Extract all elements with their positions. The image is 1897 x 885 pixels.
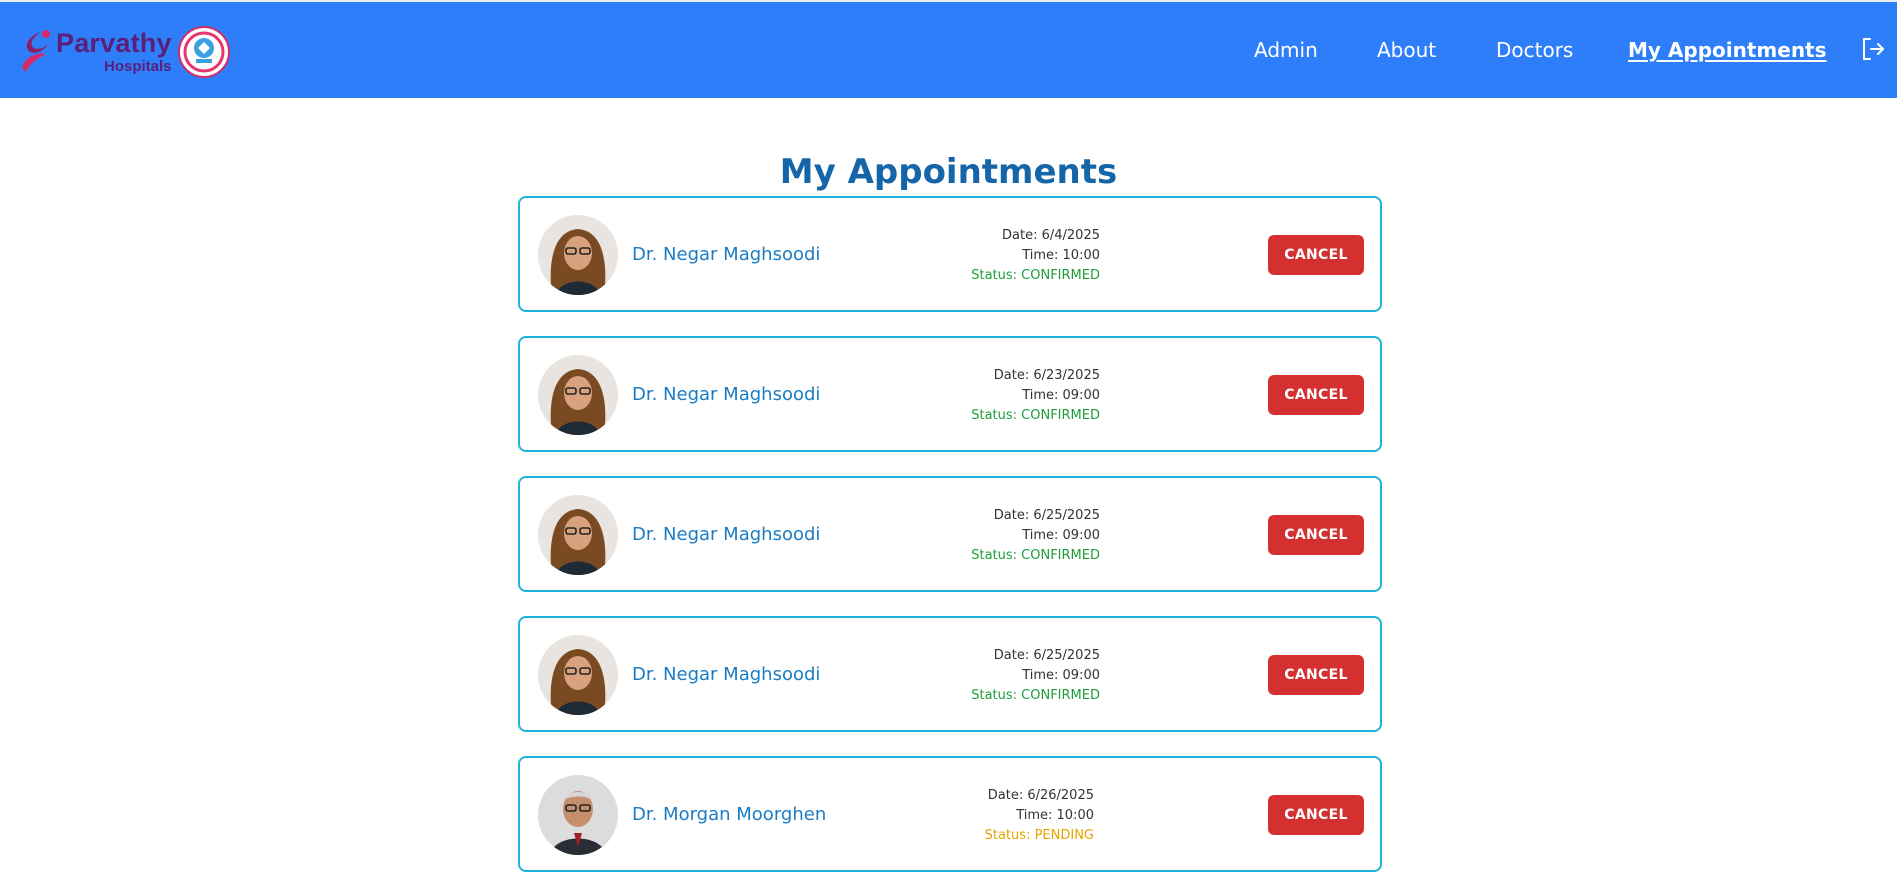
cancel-button[interactable]: CANCEL [1268, 235, 1364, 275]
doctor-name: Dr. Negar Maghsoodi [632, 524, 821, 545]
page-title: My Appointments [779, 152, 1118, 192]
appointment-date: Date: 6/26/2025 [987, 788, 1094, 803]
doctor-avatar [538, 355, 618, 435]
appointment-status: Status: CONFIRMED [971, 268, 1100, 283]
doctor-avatar [538, 635, 618, 715]
appointment-time: Time: 09:00 [1022, 388, 1100, 403]
appointment-time: Time: 10:00 [1016, 808, 1094, 823]
appointment-card: Dr. Negar Maghsoodi Date: 6/4/2025 Time:… [518, 196, 1382, 312]
nav-doctors[interactable]: Doctors [1496, 38, 1573, 62]
hospital-seal-icon [178, 26, 230, 78]
appointment-details: Date: 6/26/2025 Time: 10:00 Status: PEND… [985, 786, 1094, 846]
appointment-status: Status: CONFIRMED [971, 408, 1100, 423]
brand-name: Parvathy [56, 28, 172, 58]
nav-about[interactable]: About [1377, 38, 1436, 62]
appointment-card: Dr. Morgan Moorghen Date: 6/26/2025 Time… [518, 756, 1382, 872]
appointment-card: Dr. Negar Maghsoodi Date: 6/25/2025 Time… [518, 616, 1382, 732]
doctor-name: Dr. Negar Maghsoodi [632, 384, 821, 405]
cancel-button[interactable]: CANCEL [1268, 375, 1364, 415]
appointment-status: Status: CONFIRMED [971, 548, 1100, 563]
appointment-status: Status: PENDING [984, 828, 1094, 843]
logout-icon[interactable] [1860, 36, 1886, 62]
appointment-date: Date: 6/25/2025 [993, 508, 1100, 523]
appointment-date: Date: 6/23/2025 [993, 368, 1100, 383]
doctor-avatar [538, 775, 618, 855]
doctor-name: Dr. Negar Maghsoodi [632, 664, 821, 685]
appointment-status: Status: CONFIRMED [971, 688, 1100, 703]
appointment-time: Time: 10:00 [1022, 248, 1100, 263]
appointment-time: Time: 09:00 [1022, 668, 1100, 683]
nav-admin[interactable]: Admin [1254, 38, 1318, 62]
brand-mark-icon [22, 30, 50, 72]
nav-my-appointments[interactable]: My Appointments [1628, 38, 1827, 62]
appointment-date: Date: 6/25/2025 [993, 648, 1100, 663]
cancel-button[interactable]: CANCEL [1268, 655, 1364, 695]
appointment-card: Dr. Negar Maghsoodi Date: 6/23/2025 Time… [518, 336, 1382, 452]
appointment-time: Time: 09:00 [1022, 528, 1100, 543]
appointment-card: Dr. Negar Maghsoodi Date: 6/25/2025 Time… [518, 476, 1382, 592]
doctor-name: Dr. Morgan Moorghen [632, 804, 827, 825]
appointment-details: Date: 6/25/2025 Time: 09:00 Status: CONF… [971, 646, 1100, 706]
brand-logo[interactable]: Parvathy Hospitals [18, 24, 238, 80]
doctor-name: Dr. Negar Maghsoodi [632, 244, 821, 265]
cancel-button[interactable]: CANCEL [1268, 515, 1364, 555]
cancel-button[interactable]: CANCEL [1268, 795, 1364, 835]
doctor-avatar [538, 215, 618, 295]
appointment-details: Date: 6/23/2025 Time: 09:00 Status: CONF… [971, 366, 1100, 426]
appointment-date: Date: 6/4/2025 [1002, 228, 1100, 243]
appointment-details: Date: 6/25/2025 Time: 09:00 Status: CONF… [971, 506, 1100, 566]
appointment-details: Date: 6/4/2025 Time: 10:00 Status: CONFI… [971, 226, 1100, 286]
brand-subtitle: Hospitals [104, 58, 172, 75]
navbar: Parvathy Hospitals Admin About Doctors M… [0, 2, 1897, 98]
doctor-avatar [538, 495, 618, 575]
